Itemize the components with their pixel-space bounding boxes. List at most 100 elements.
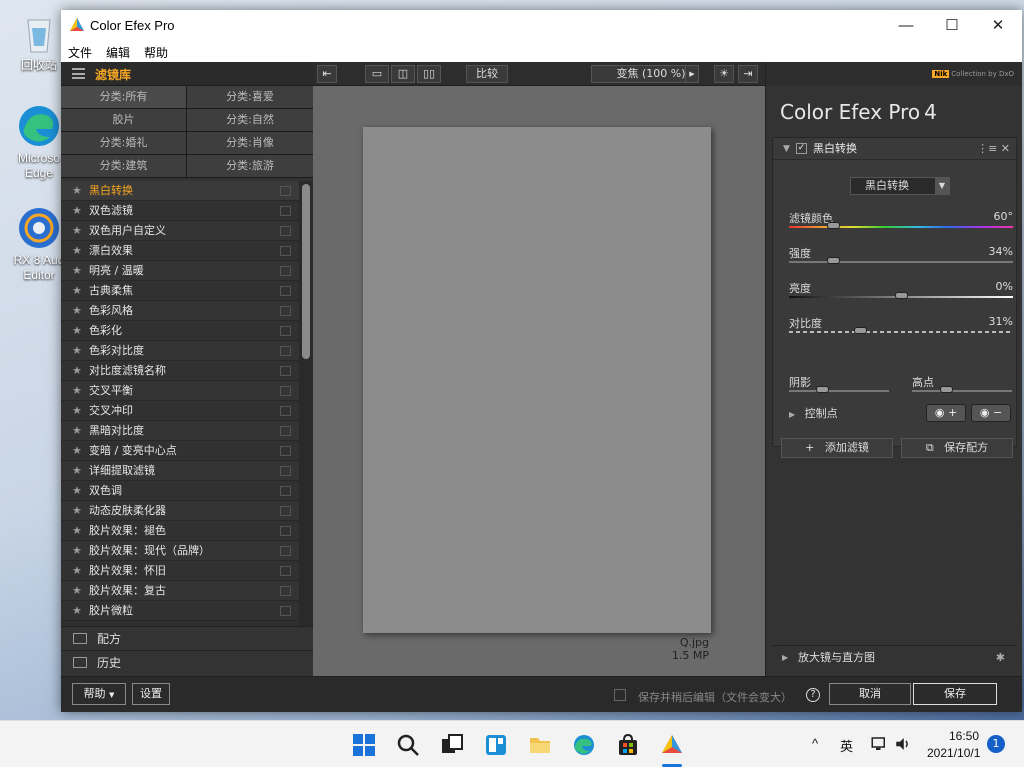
collapse-icon[interactable]: ▼: [783, 138, 790, 160]
star-icon[interactable]: ★: [72, 261, 82, 281]
zoom-select[interactable]: 变焦 (100 %): [591, 65, 699, 83]
star-icon[interactable]: ★: [72, 561, 82, 581]
copy-icon[interactable]: [280, 566, 291, 576]
filter-list-scrollbar[interactable]: [299, 181, 313, 626]
filter-item[interactable]: ★ 胶片效果：褪色: [61, 521, 299, 541]
copy-icon[interactable]: [280, 186, 291, 196]
copy-icon[interactable]: [280, 246, 291, 256]
history-section[interactable]: 历史: [61, 650, 313, 674]
copy-icon[interactable]: [280, 446, 291, 456]
star-icon[interactable]: ★: [72, 521, 82, 541]
filter-item[interactable]: ★ 胶片效果：现代（品牌）: [61, 541, 299, 561]
star-icon[interactable]: ★: [72, 221, 82, 241]
scrollbar-thumb[interactable]: [302, 184, 310, 359]
filter-menu-close-icon[interactable]: ⋮≡ ✕: [977, 138, 1010, 160]
compare-button[interactable]: 比较: [466, 65, 508, 83]
save-button[interactable]: 保存: [913, 683, 997, 705]
add-control-point-button[interactable]: ◉ +: [926, 404, 966, 422]
star-icon[interactable]: ★: [72, 601, 82, 621]
filter-item[interactable]: ★ 变暗 / 变亮中心点: [61, 441, 299, 461]
settings-button[interactable]: 设置: [132, 683, 170, 705]
category-wedding[interactable]: 分类:婚礼: [61, 132, 186, 154]
filter-item[interactable]: ★ 色彩对比度: [61, 341, 299, 361]
color-efex-taskbar-icon[interactable]: [660, 733, 684, 757]
maximize-button[interactable]: ☐: [929, 10, 975, 41]
copy-icon[interactable]: [280, 306, 291, 316]
loupe-histogram-section[interactable]: ▶ 放大镜与直方图 ✱: [772, 645, 1017, 669]
star-icon[interactable]: ★: [72, 281, 82, 301]
toggle-right-panel-icon[interactable]: ⇥: [738, 65, 758, 83]
slider-knob[interactable]: [940, 386, 953, 393]
toggle-left-panel-icon[interactable]: ⇤: [317, 65, 337, 83]
recipes-section[interactable]: 配方: [61, 626, 313, 650]
star-icon[interactable]: ★: [72, 501, 82, 521]
copy-icon[interactable]: [280, 326, 291, 336]
filter-item[interactable]: ★ 动态皮肤柔化器: [61, 501, 299, 521]
copy-icon[interactable]: [280, 466, 291, 476]
filter-item[interactable]: ★ 详细提取滤镜: [61, 461, 299, 481]
save-recipe-button[interactable]: ⧉ 保存配方: [901, 438, 1013, 458]
filter-item[interactable]: ★ 交叉平衡: [61, 381, 299, 401]
filter-item[interactable]: ★ 黑暗对比度: [61, 421, 299, 441]
copy-icon[interactable]: [280, 606, 291, 616]
star-icon[interactable]: ★: [72, 461, 82, 481]
star-icon[interactable]: ★: [72, 341, 82, 361]
category-architecture[interactable]: 分类:建筑: [61, 155, 186, 177]
side-by-side-view-icon[interactable]: ▯▯: [417, 65, 441, 83]
star-icon[interactable]: ★: [72, 441, 82, 461]
filter-item[interactable]: ★ 胶片效果：怀旧: [61, 561, 299, 581]
filter-item[interactable]: ★ 胶片效果：复古: [61, 581, 299, 601]
menu-file[interactable]: 文件: [68, 44, 92, 61]
slider-knob[interactable]: [827, 257, 840, 264]
highlights-slider[interactable]: 高点: [912, 374, 1012, 393]
filter-item[interactable]: ★ 黑白转换: [61, 181, 299, 201]
star-icon[interactable]: ★: [72, 421, 82, 441]
copy-icon[interactable]: [280, 386, 291, 396]
star-icon[interactable]: ★: [72, 541, 82, 561]
star-icon[interactable]: ★: [72, 361, 82, 381]
file-explorer-icon[interactable]: [528, 733, 552, 757]
pin-icon[interactable]: ✱: [996, 646, 1005, 670]
copy-icon[interactable]: [280, 406, 291, 416]
category-all[interactable]: 分类:所有: [61, 86, 186, 108]
filter-item[interactable]: ★ 双色用户自定义: [61, 221, 299, 241]
filter-item[interactable]: ★ 胶片微粒: [61, 601, 299, 621]
star-icon[interactable]: ★: [72, 481, 82, 501]
slider-knob[interactable]: [816, 386, 829, 393]
help-menu-button[interactable]: 帮助 ▼: [72, 683, 126, 705]
input-method-indicator[interactable]: 英: [840, 736, 853, 755]
category-film[interactable]: 胶片: [61, 109, 186, 131]
color-filter-slider[interactable]: 滤镜颜色 60°: [789, 210, 1013, 229]
star-icon[interactable]: ★: [72, 301, 82, 321]
split-view-icon[interactable]: ◫: [391, 65, 415, 83]
filter-item[interactable]: ★ 双色滤镜: [61, 201, 299, 221]
category-travel[interactable]: 分类:旅游: [187, 155, 313, 177]
copy-icon[interactable]: [280, 226, 291, 236]
star-icon[interactable]: ★: [72, 581, 82, 601]
list-menu-icon[interactable]: [72, 68, 85, 79]
copy-icon[interactable]: [280, 346, 291, 356]
filter-item[interactable]: ★ 色彩化: [61, 321, 299, 341]
help-icon[interactable]: ?: [806, 688, 820, 702]
clock-time[interactable]: 16:50: [949, 729, 979, 743]
single-view-icon[interactable]: ▭: [365, 65, 389, 83]
star-icon[interactable]: ★: [72, 381, 82, 401]
menu-edit[interactable]: 编辑: [106, 44, 130, 61]
filter-item[interactable]: ★ 对比度滤镜名称: [61, 361, 299, 381]
active-filter-header[interactable]: ▼ ✓ 黑白转换 ⋮≡ ✕: [773, 138, 1016, 160]
category-nature[interactable]: 分类:自然: [187, 109, 313, 131]
copy-icon[interactable]: [280, 426, 291, 436]
copy-icon[interactable]: [280, 526, 291, 536]
chevron-up-icon[interactable]: ^: [812, 736, 818, 751]
filter-item[interactable]: ★ 双色调: [61, 481, 299, 501]
strength-slider[interactable]: 强度 34%: [789, 245, 1013, 264]
slider-knob[interactable]: [854, 327, 867, 334]
mode-select[interactable]: 黑白转换 ▼: [850, 177, 950, 195]
star-icon[interactable]: ★: [72, 181, 82, 201]
minimize-button[interactable]: —: [883, 10, 929, 41]
filter-item[interactable]: ★ 交叉冲印: [61, 401, 299, 421]
category-portrait[interactable]: 分类:肖像: [187, 132, 313, 154]
task-view-icon[interactable]: [440, 733, 464, 757]
star-icon[interactable]: ★: [72, 201, 82, 221]
slider-knob[interactable]: [827, 222, 840, 229]
